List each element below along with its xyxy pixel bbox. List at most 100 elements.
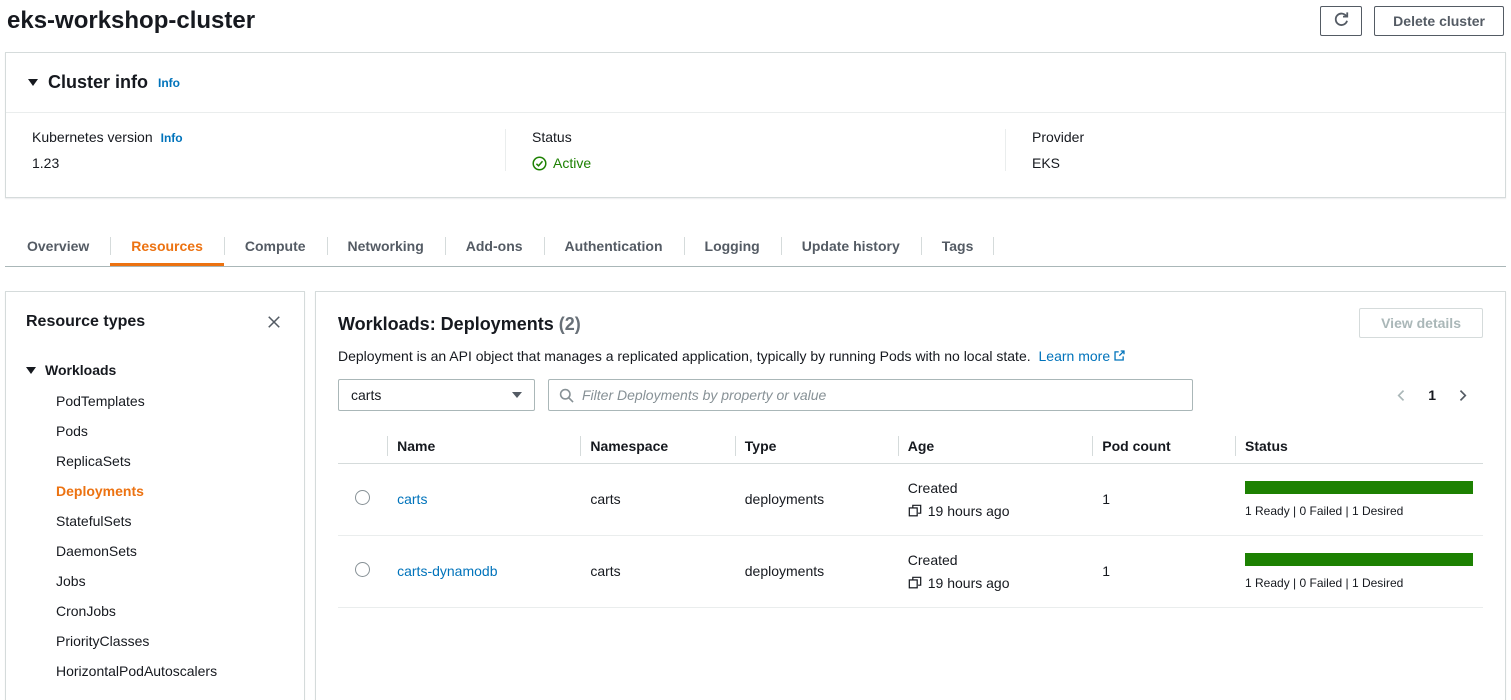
field-provider: Provider EKS [1005,129,1505,171]
age-relative: 19 hours ago [928,503,1010,519]
status-active-icon [532,156,547,171]
cluster-tabs: Overview Resources Compute Networking Ad… [5,226,1506,267]
sidebar-item-pods[interactable]: Pods [26,416,284,446]
current-page[interactable]: 1 [1428,387,1436,403]
tab-logging[interactable]: Logging [684,226,781,266]
tab-resources[interactable]: Resources [110,226,224,266]
resource-types-panel: Resource types Workloads PodTemplates Po… [5,291,305,700]
kubernetes-version-value: 1.23 [32,155,479,171]
kubernetes-version-info-link[interactable]: Info [161,131,183,145]
age-created-label: Created [908,552,1083,568]
table-row: carts-dynamodb carts deployments Created [338,535,1483,607]
age-relative: 19 hours ago [928,575,1010,591]
sidebar-item-statefulsets[interactable]: StatefulSets [26,506,284,536]
collapse-caret-icon [28,79,38,86]
workloads-caret-icon [26,367,36,374]
tab-tags[interactable]: Tags [921,226,995,266]
content-area: Resource types Workloads PodTemplates Po… [5,291,1506,700]
provider-label: Provider [1032,129,1084,145]
close-icon[interactable] [264,312,284,332]
learn-more-link[interactable]: Learn more [1039,348,1111,364]
view-details-button[interactable]: View details [1359,308,1483,338]
workloads-tree-items: PodTemplates Pods ReplicaSets Deployment… [26,386,284,686]
table-header-row: Name Namespace Type Age Pod count Status [338,429,1483,463]
deployments-table: Name Namespace Type Age Pod count Status… [338,429,1483,608]
sidebar-item-jobs[interactable]: Jobs [26,566,284,596]
deployment-link[interactable]: carts-dynamodb [397,563,497,579]
column-header-pod-count[interactable]: Pod count [1092,429,1235,463]
tab-add-ons[interactable]: Add-ons [445,226,544,266]
sidebar-item-horizontalpodautoscalers[interactable]: HorizontalPodAutoscalers [26,656,284,686]
table-row: carts carts deployments Created [338,463,1483,535]
cell-type: deployments [735,535,898,607]
previous-page-icon[interactable] [1395,389,1408,402]
cell-namespace: carts [580,535,734,607]
cell-status: 1 Ready | 0 Failed | 1 Desired [1235,535,1483,607]
page-title: eks-workshop-cluster [7,7,255,35]
cell-pod-count: 1 [1092,463,1235,535]
status-label: Status [532,129,572,145]
cell-type: deployments [735,463,898,535]
cluster-info-header[interactable]: Cluster info Info [6,53,1505,113]
age-created-label: Created [908,480,1083,496]
workloads-group-label: Workloads [45,362,116,378]
deployments-description: Deployment is an API object that manages… [338,348,1483,365]
select-column-header [338,429,387,463]
header-actions: Delete cluster [1320,6,1504,36]
page-header: eks-workshop-cluster Delete cluster [5,0,1506,42]
sidebar-item-priorityclasses[interactable]: PriorityClasses [26,626,284,656]
field-kubernetes-version: Kubernetes version Info 1.23 [6,129,505,171]
deployments-heading: Workloads: Deployments (2) [338,308,581,335]
column-header-status[interactable]: Status [1235,429,1483,463]
cell-pod-count: 1 [1092,535,1235,607]
cluster-info-info-link[interactable]: Info [158,76,180,90]
kubernetes-version-label: Kubernetes version [32,129,153,145]
cluster-info-body: Kubernetes version Info 1.23 Status [6,113,1505,197]
status-bar [1245,481,1473,494]
search-input[interactable] [582,387,1182,403]
tab-overview[interactable]: Overview [6,226,110,266]
tab-authentication[interactable]: Authentication [544,226,684,266]
tab-update-history[interactable]: Update history [781,226,921,266]
copy-icon[interactable] [908,576,922,590]
status-text: 1 Ready | 0 Failed | 1 Desired [1245,576,1473,590]
status-text: 1 Ready | 0 Failed | 1 Desired [1245,504,1473,518]
column-header-name[interactable]: Name [387,429,580,463]
dropdown-value: carts [351,387,381,403]
pagination: 1 [1395,387,1483,403]
sidebar-item-cronjobs[interactable]: CronJobs [26,596,284,626]
cluster-info-title: Cluster info [48,72,148,93]
cell-namespace: carts [580,463,734,535]
column-header-age[interactable]: Age [898,429,1093,463]
next-page-icon[interactable] [1456,389,1469,402]
delete-cluster-button[interactable]: Delete cluster [1374,6,1504,36]
refresh-button[interactable] [1320,6,1362,36]
tab-networking[interactable]: Networking [327,226,445,266]
search-box [548,379,1193,411]
sidebar-item-daemonsets[interactable]: DaemonSets [26,536,284,566]
chevron-down-icon [512,392,522,398]
column-header-type[interactable]: Type [735,429,898,463]
deployment-link[interactable]: carts [397,491,427,507]
namespace-filter-dropdown[interactable]: carts [338,379,535,411]
sidebar-item-deployments[interactable]: Deployments [26,476,284,506]
field-status: Status Active [505,129,1005,171]
row-radio[interactable] [355,490,370,505]
provider-value: EKS [1032,155,1479,171]
tree-group-workloads[interactable]: Workloads [26,362,284,378]
row-radio[interactable] [355,562,370,577]
cell-age: Created 19 hours ago [898,535,1093,607]
column-header-namespace[interactable]: Namespace [580,429,734,463]
deployments-count: (2) [559,314,581,334]
search-icon [559,388,574,403]
deployments-panel: Workloads: Deployments (2) View details … [315,291,1506,700]
sidebar-item-replicasets[interactable]: ReplicaSets [26,446,284,476]
tab-compute[interactable]: Compute [224,226,327,266]
status-value: Active [553,155,591,171]
copy-icon[interactable] [908,504,922,518]
cell-age: Created 19 hours ago [898,463,1093,535]
sidebar-item-podtemplates[interactable]: PodTemplates [26,386,284,416]
cluster-info-panel: Cluster info Info Kubernetes version Inf… [5,52,1506,198]
filter-row: carts 1 [338,379,1483,411]
external-link-icon [1113,349,1126,365]
